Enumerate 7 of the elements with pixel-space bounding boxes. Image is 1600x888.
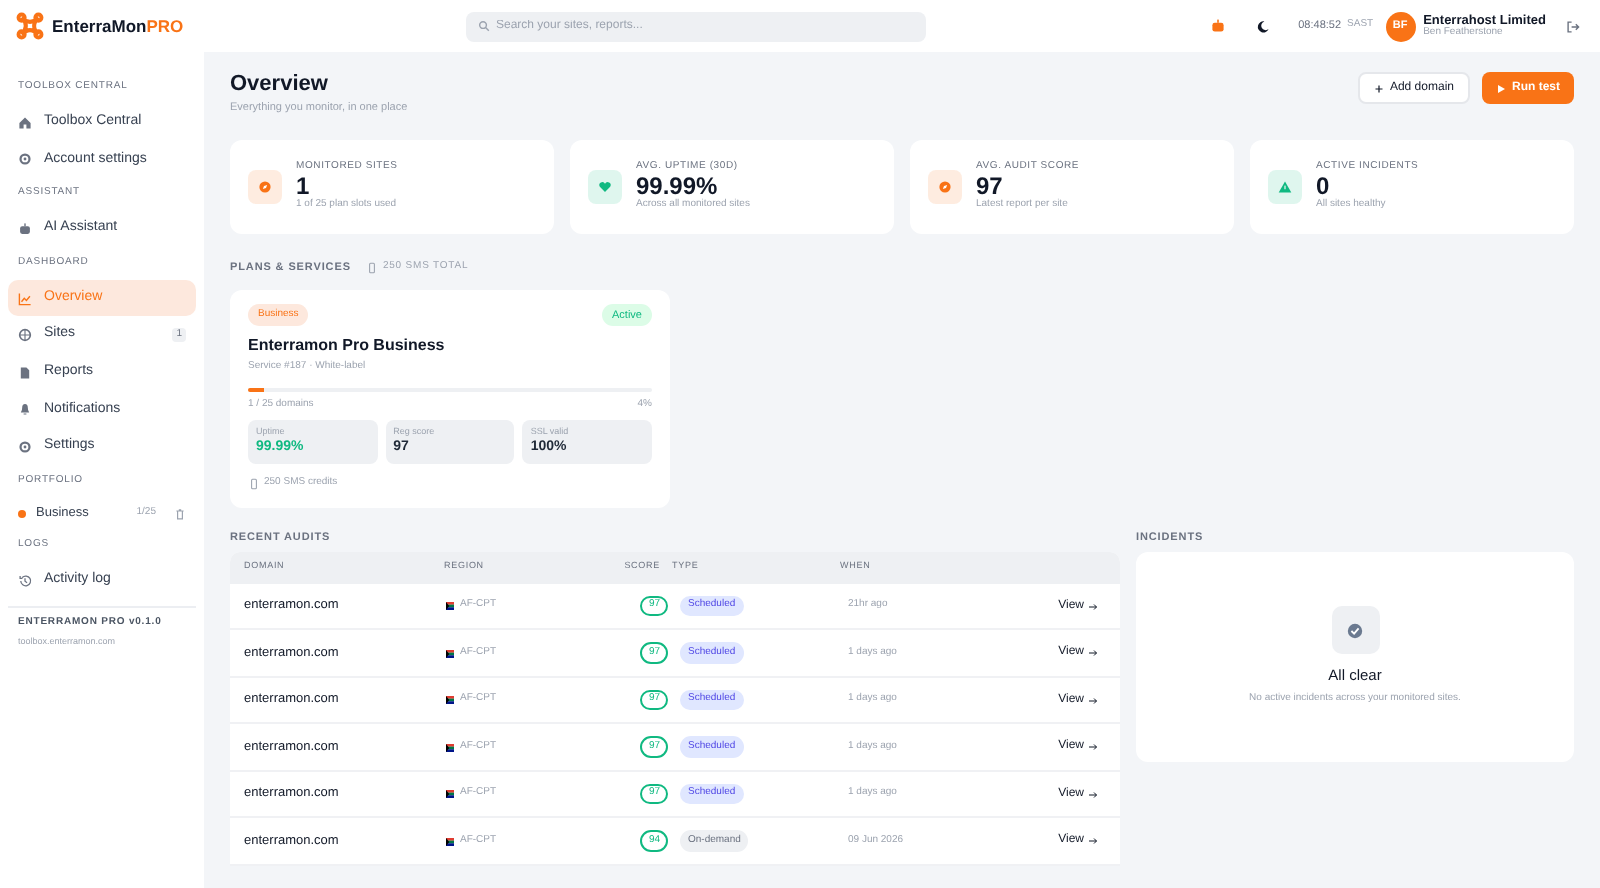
page-title: Overview xyxy=(230,72,330,99)
stat-value: 97 xyxy=(976,173,1005,200)
stat-value: 99.99% xyxy=(636,173,718,200)
stat-value: 1 xyxy=(296,173,310,200)
brand-name: EnterraMonPRO xyxy=(52,13,184,39)
stat-value: 0 xyxy=(1316,173,1330,200)
plan-title: Enterramon Pro Business xyxy=(248,334,447,359)
